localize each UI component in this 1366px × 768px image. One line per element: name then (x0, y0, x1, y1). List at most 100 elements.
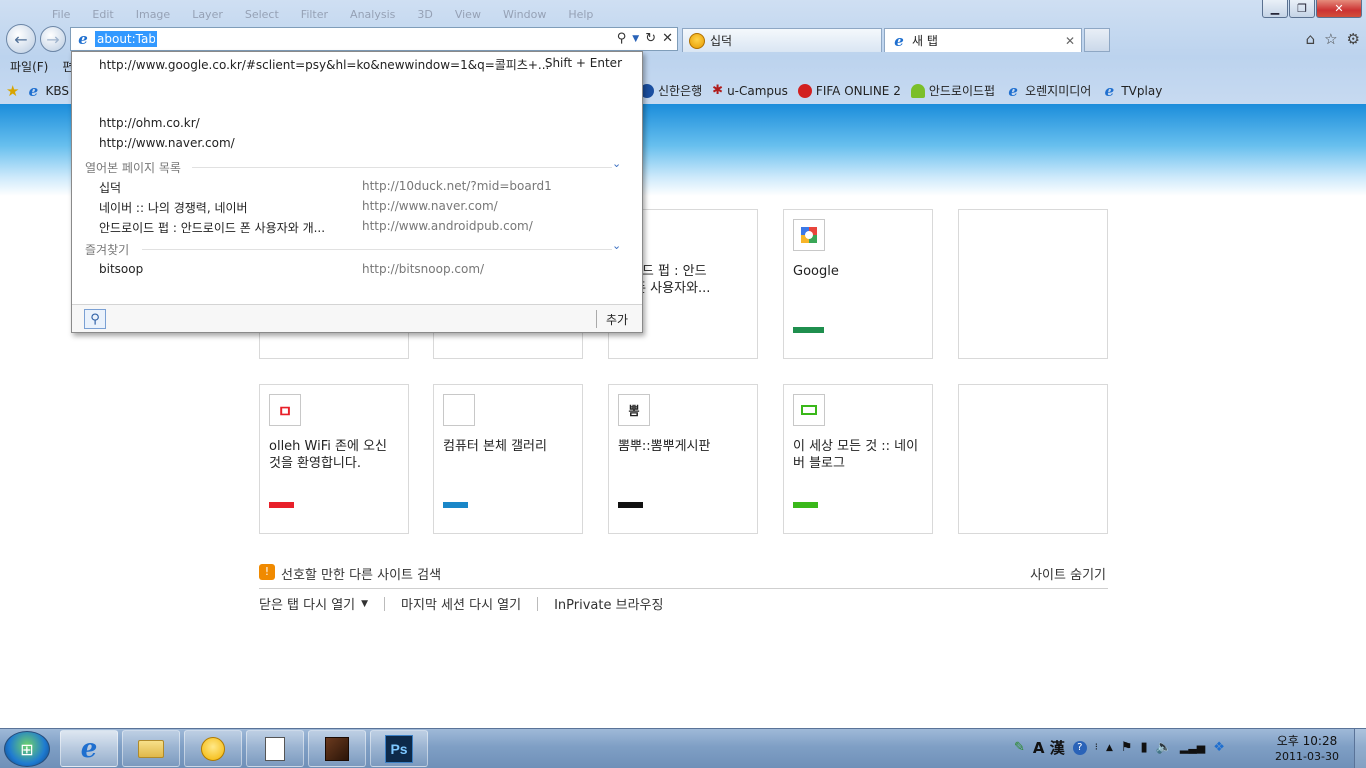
reopen-closed-tabs-link[interactable]: 닫은 탭 다시 열기 (259, 594, 355, 613)
address-input[interactable] (95, 31, 157, 47)
maximize-button[interactable]: ❐ (1289, 0, 1315, 18)
internet-explorer-icon: e (80, 733, 98, 764)
favorite-title[interactable]: bitsoop (99, 262, 143, 276)
tile-title: Google (793, 264, 839, 279)
suggestion-google-search[interactable]: http://www.google.co.kr/#sclient=psy&hl=… (99, 56, 549, 73)
android-icon (910, 83, 925, 98)
favorite-link[interactable]: 신한은행 (640, 82, 702, 99)
site-tile-ppomppu[interactable]: 뽐 뽐뿌::뽐뿌게시판 (608, 384, 758, 534)
favorite-link[interactable]: e KBS (25, 82, 69, 100)
chevron-down-icon[interactable]: ⌄ (612, 239, 621, 252)
bg-menu-item: Filter (300, 8, 329, 21)
add-favorite-star-icon[interactable]: ★ (6, 82, 19, 100)
favorites-star-icon[interactable]: ☆ (1324, 30, 1337, 48)
favorite-link[interactable]: 안드로이드펍 (910, 82, 995, 99)
open-page-url: http://10duck.net/?mid=board1 (362, 179, 552, 193)
new-tab-button[interactable] (1084, 28, 1110, 52)
forward-button[interactable]: → (40, 26, 66, 52)
naver-blog-glyph-icon (801, 405, 817, 415)
language-bar-icon[interactable]: ✎ (1014, 740, 1025, 755)
chevron-down-icon[interactable]: ⌄ (612, 157, 621, 170)
ucampus-icon: ✱ (712, 83, 724, 98)
gear-icon[interactable]: ⚙ (1347, 30, 1360, 48)
tile-title: 뽐뿌::뽐뿌게시판 (618, 439, 711, 454)
clock-date: 2011-03-30 (1275, 750, 1339, 763)
dropbox-icon[interactable]: ❖ (1213, 740, 1225, 755)
close-tab-icon[interactable]: ✕ (1065, 34, 1075, 48)
section-line (142, 249, 612, 250)
favorite-link[interactable]: e TVplay (1101, 82, 1163, 100)
bg-menu-item: 3D (417, 8, 433, 21)
home-icon[interactable]: ⌂ (1306, 30, 1316, 48)
search-provider-icon[interactable]: ⚲ (84, 309, 106, 329)
refresh-icon[interactable]: ↻ (645, 31, 656, 46)
favorite-label: 오렌지미디어 (1025, 84, 1092, 98)
ime-options-icon[interactable]: ⁝ (1095, 742, 1098, 753)
ie-page-icon: e (78, 30, 88, 48)
ie-page-icon: e (894, 31, 904, 50)
help-icon[interactable]: ? (1072, 740, 1087, 755)
system-clock[interactable]: 오후 10:28 2011-03-30 (1262, 734, 1352, 764)
google-logo-icon (801, 227, 817, 243)
site-tile-empty[interactable] (958, 384, 1108, 534)
menu-file[interactable]: 파일(F) (10, 58, 48, 75)
network-signal-icon[interactable]: ▂▃▅ (1180, 741, 1205, 754)
new-tab-bottom-links: 닫은 탭 다시 열기 ▼ 마지막 세션 다시 열기 InPrivate 브라우징 (259, 594, 663, 613)
search-icon[interactable]: ⚲ (617, 31, 627, 46)
forward-arrow-icon: → (46, 29, 60, 49)
history-item[interactable]: http://www.naver.com/ (99, 136, 235, 150)
favorite-link[interactable]: e 오렌지미디어 (1005, 82, 1092, 100)
stop-icon[interactable]: ✕ (662, 31, 673, 46)
show-hidden-icons-icon[interactable]: ▲ (1106, 743, 1113, 753)
inprivate-link[interactable]: InPrivate 브라우징 (554, 594, 663, 613)
site-tile-naver-blog[interactable]: 이 세상 모든 것 :: 네이버 블로그 (783, 384, 933, 534)
add-search-provider-button[interactable]: 추가 (606, 311, 628, 328)
taskbar-explorer[interactable] (122, 730, 180, 767)
close-window-button[interactable]: ✕ (1316, 0, 1362, 18)
notepad-page-icon (265, 736, 285, 761)
folder-icon (137, 735, 165, 763)
open-page-title[interactable]: 십덕 (99, 179, 121, 196)
site-tile-google[interactable]: Google (783, 209, 933, 359)
clock-time: 오후 10:28 (1276, 734, 1338, 748)
site-tile-olleh[interactable]: ㅁ olleh WiFi 존에 오신 것을 환영합니다. (259, 384, 409, 534)
dropdown-footer: ⚲ 추가 (72, 304, 642, 332)
bg-menu-item: Window (502, 8, 547, 21)
dropdown-arrow-icon[interactable]: ▼ (632, 34, 639, 46)
show-desktop-button[interactable] (1354, 729, 1366, 768)
address-autocomplete-dropdown: http://www.google.co.kr/#sclient=psy&hl=… (71, 51, 643, 333)
open-page-title[interactable]: 안드로이드 펍 : 안드로이드 폰 사용자와 개... (99, 219, 325, 236)
minimize-button[interactable]: ▁ (1262, 0, 1288, 18)
tab-new-tab[interactable]: e 새 탭 ✕ (884, 28, 1082, 52)
address-bar[interactable]: e ⚲ ▼ ↻ ✕ (70, 27, 678, 51)
ie-page-icon: e (28, 82, 39, 100)
ime-mode[interactable]: A 漢 (1033, 737, 1065, 758)
open-page-url: http://www.naver.com/ (362, 199, 498, 213)
chevron-down-icon[interactable]: ▼ (361, 599, 368, 609)
volume-icon[interactable]: 🔈 (1156, 740, 1172, 755)
favorite-link[interactable]: ✱ u-Campus (712, 83, 788, 98)
reopen-session-link[interactable]: 마지막 세션 다시 열기 (401, 594, 521, 613)
taskbar-messenger[interactable] (184, 730, 242, 767)
taskbar-game[interactable] (308, 730, 366, 767)
device-icon[interactable]: ▮ (1141, 740, 1148, 755)
back-button[interactable]: ← (6, 24, 36, 54)
taskbar-notepad[interactable] (246, 730, 304, 767)
open-page-title[interactable]: 네이버 :: 나의 경쟁력, 네이버 (99, 199, 248, 216)
suggested-sites-link[interactable]: 선호할 만한 다른 사이트 검색 (281, 564, 441, 583)
tab-sipduck[interactable]: 십덕 (682, 28, 882, 52)
start-button[interactable]: ⊞ (4, 731, 50, 767)
tile-title: olleh WiFi 존에 오신 것을 환영합니다. (269, 439, 387, 471)
bg-menu-item: File (52, 8, 71, 21)
favorite-link[interactable]: FIFA ONLINE 2 (797, 83, 901, 98)
site-tile-empty[interactable] (958, 209, 1108, 359)
site-tile-computer-gallery[interactable]: 컴퓨터 본체 갤러리 (433, 384, 583, 534)
history-item[interactable]: http://ohm.co.kr/ (99, 116, 200, 130)
hide-sites-link[interactable]: 사이트 숨기기 (1030, 564, 1106, 583)
taskbar-photoshop[interactable]: Ps (370, 730, 428, 767)
taskbar-internet-explorer[interactable]: e (60, 730, 118, 767)
game-icon (323, 735, 351, 763)
olleh-icon: ㅁ (269, 394, 301, 426)
naver-blog-icon (793, 394, 825, 426)
action-center-flag-icon[interactable]: ⚑ (1121, 740, 1133, 755)
